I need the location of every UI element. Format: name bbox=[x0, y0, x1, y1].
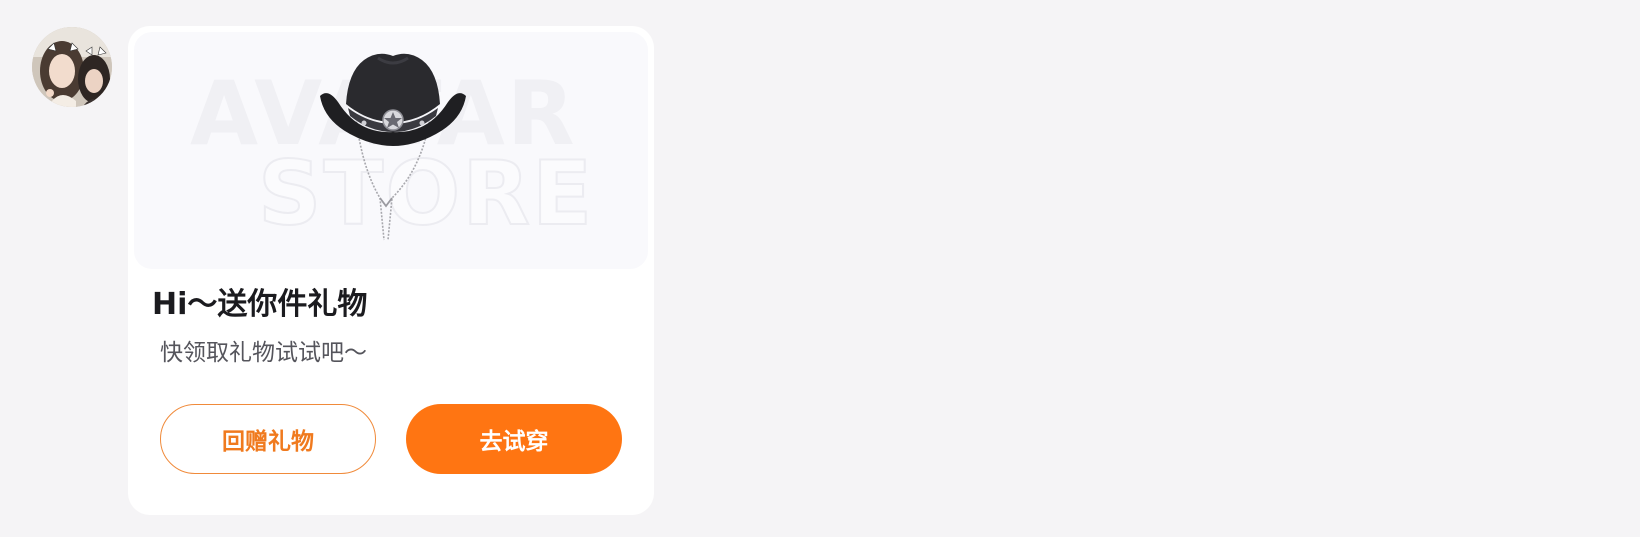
user-avatar-photo bbox=[32, 27, 112, 107]
gift-subtitle: 快领取礼物试试吧～ bbox=[160, 340, 367, 366]
gift-banner: AVATAR STORE bbox=[134, 32, 648, 269]
return-gift-button[interactable]: 回赠礼物 bbox=[160, 404, 376, 474]
gift-title: Hi～送你件礼物 bbox=[152, 287, 368, 322]
gift-message-card[interactable]: AVATAR STORE Hi～送你件礼物 快领取礼物试试吧～ 回赠礼物 去试穿 bbox=[128, 26, 654, 515]
sender-avatar[interactable] bbox=[32, 27, 112, 107]
try-on-button[interactable]: 去试穿 bbox=[406, 404, 622, 474]
cowboy-hat-icon bbox=[320, 53, 466, 241]
